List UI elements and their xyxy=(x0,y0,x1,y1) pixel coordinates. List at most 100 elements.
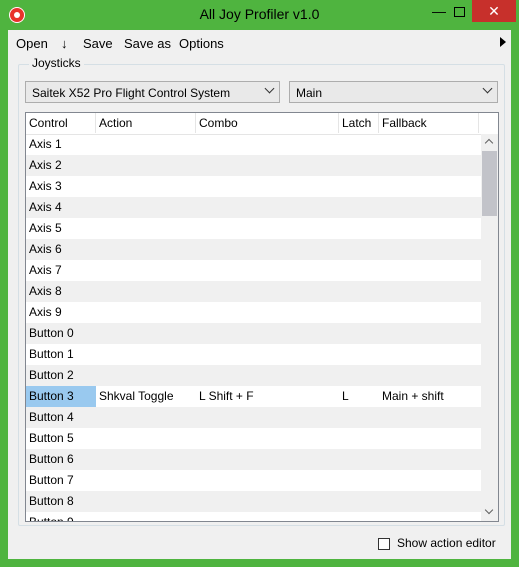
cell-latch[interactable] xyxy=(339,302,379,323)
cell-action[interactable] xyxy=(96,491,196,512)
cell-action[interactable] xyxy=(96,470,196,491)
cell-combo[interactable] xyxy=(196,407,339,428)
cell-combo[interactable] xyxy=(196,512,339,521)
cell-fallback[interactable] xyxy=(379,407,479,428)
cell-combo[interactable] xyxy=(196,302,339,323)
menu-save[interactable]: Save xyxy=(83,36,113,51)
cell-latch[interactable] xyxy=(339,134,379,155)
cell-action[interactable] xyxy=(96,134,196,155)
cell-fallback[interactable] xyxy=(379,428,479,449)
cell-fallback[interactable] xyxy=(379,281,479,302)
show-action-editor-label[interactable]: Show action editor xyxy=(397,536,496,550)
cell-latch[interactable] xyxy=(339,218,379,239)
cell-combo[interactable] xyxy=(196,218,339,239)
cell-fallback[interactable] xyxy=(379,197,479,218)
cell-action[interactable] xyxy=(96,407,196,428)
cell-combo[interactable] xyxy=(196,344,339,365)
cell-action[interactable] xyxy=(96,155,196,176)
cell-control[interactable]: Axis 5 xyxy=(26,218,96,239)
table-row[interactable]: Axis 1 xyxy=(26,134,481,155)
cell-combo[interactable] xyxy=(196,323,339,344)
close-button[interactable]: ✕ xyxy=(472,0,516,22)
cell-combo[interactable] xyxy=(196,428,339,449)
cell-latch[interactable] xyxy=(339,260,379,281)
cell-combo[interactable] xyxy=(196,365,339,386)
cell-latch[interactable] xyxy=(339,155,379,176)
joystick-device-select[interactable]: Saitek X52 Pro Flight Control System xyxy=(25,81,280,103)
table-row[interactable]: Button 1 xyxy=(26,344,481,365)
cell-action[interactable] xyxy=(96,176,196,197)
cell-action[interactable] xyxy=(96,365,196,386)
cell-fallback[interactable] xyxy=(379,218,479,239)
cell-control[interactable]: Axis 3 xyxy=(26,176,96,197)
cell-fallback[interactable] xyxy=(379,239,479,260)
cell-combo[interactable] xyxy=(196,281,339,302)
cell-control[interactable]: Button 2 xyxy=(26,365,96,386)
cell-action[interactable] xyxy=(96,302,196,323)
menu-save-as[interactable]: Save as xyxy=(124,36,171,51)
table-row[interactable]: Button 6 xyxy=(26,449,481,470)
cell-control[interactable]: Button 0 xyxy=(26,323,96,344)
cell-combo[interactable] xyxy=(196,470,339,491)
cell-action[interactable] xyxy=(96,239,196,260)
cell-combo[interactable] xyxy=(196,449,339,470)
cell-fallback[interactable] xyxy=(379,365,479,386)
table-row[interactable]: Button 4 xyxy=(26,407,481,428)
cell-combo[interactable] xyxy=(196,197,339,218)
table-row[interactable]: Axis 7 xyxy=(26,260,481,281)
column-header-action[interactable]: Action xyxy=(96,113,196,133)
cell-action[interactable] xyxy=(96,344,196,365)
column-header-control[interactable]: Control xyxy=(26,113,96,133)
cell-control[interactable]: Axis 2 xyxy=(26,155,96,176)
cell-control[interactable]: Button 1 xyxy=(26,344,96,365)
cell-control[interactable]: Button 9 xyxy=(26,512,96,521)
cell-action[interactable]: Shkval Toggle xyxy=(96,386,196,407)
cell-fallback[interactable] xyxy=(379,512,479,521)
cell-latch[interactable] xyxy=(339,407,379,428)
cell-fallback[interactable] xyxy=(379,302,479,323)
menu-open[interactable]: Open xyxy=(16,36,48,51)
cell-fallback[interactable] xyxy=(379,323,479,344)
cell-action[interactable] xyxy=(96,218,196,239)
cell-latch[interactable] xyxy=(339,491,379,512)
cell-control[interactable]: Axis 9 xyxy=(26,302,96,323)
cell-latch[interactable] xyxy=(339,197,379,218)
table-row[interactable]: Button 8 xyxy=(26,491,481,512)
cell-latch[interactable] xyxy=(339,470,379,491)
table-row[interactable]: Button 2 xyxy=(26,365,481,386)
table-row[interactable]: Axis 4 xyxy=(26,197,481,218)
table-row[interactable]: Axis 6 xyxy=(26,239,481,260)
cell-latch[interactable] xyxy=(339,365,379,386)
table-row[interactable]: Axis 8 xyxy=(26,281,481,302)
column-header-latch[interactable]: Latch xyxy=(339,113,379,133)
column-header-combo[interactable]: Combo xyxy=(196,113,339,133)
table-row[interactable]: Axis 2 xyxy=(26,155,481,176)
cell-fallback[interactable] xyxy=(379,470,479,491)
column-header-fallback[interactable]: Fallback xyxy=(379,113,479,133)
cell-latch[interactable] xyxy=(339,428,379,449)
scroll-down-icon[interactable] xyxy=(481,504,498,521)
cell-latch[interactable] xyxy=(339,176,379,197)
cell-combo[interactable] xyxy=(196,134,339,155)
cell-control[interactable]: Axis 1 xyxy=(26,134,96,155)
show-action-editor-checkbox[interactable] xyxy=(378,538,390,550)
cell-latch[interactable] xyxy=(339,281,379,302)
title-bar[interactable]: All Joy Profiler v1.0 — ✕ xyxy=(0,0,519,30)
cell-control[interactable]: Button 6 xyxy=(26,449,96,470)
cell-fallback[interactable] xyxy=(379,260,479,281)
cell-fallback[interactable]: Main + shift xyxy=(379,386,479,407)
cell-control[interactable]: Button 7 xyxy=(26,470,96,491)
cell-fallback[interactable] xyxy=(379,449,479,470)
cell-action[interactable] xyxy=(96,512,196,521)
cell-control[interactable]: Button 4 xyxy=(26,407,96,428)
cell-action[interactable] xyxy=(96,197,196,218)
joystick-mode-select[interactable]: Main xyxy=(289,81,498,103)
cell-control[interactable]: Button 5 xyxy=(26,428,96,449)
cell-fallback[interactable] xyxy=(379,176,479,197)
cell-latch[interactable] xyxy=(339,323,379,344)
cell-action[interactable] xyxy=(96,260,196,281)
cell-action[interactable] xyxy=(96,281,196,302)
cell-latch[interactable] xyxy=(339,344,379,365)
cell-fallback[interactable] xyxy=(379,344,479,365)
cell-control[interactable]: Axis 8 xyxy=(26,281,96,302)
